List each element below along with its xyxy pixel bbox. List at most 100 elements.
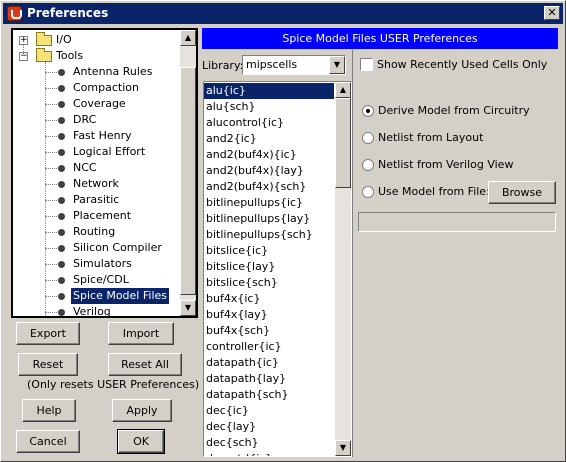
cell-list-item[interactable]: bitslice{lay}: [204, 259, 334, 275]
tree-item[interactable]: Compaction: [13, 80, 178, 96]
radio-netlist-verilog[interactable]: [362, 159, 374, 171]
cell-list-item[interactable]: bitslice{ic}: [204, 243, 334, 259]
leaf-bullet-icon: [58, 245, 65, 252]
cell-list-item[interactable]: bitlinepullups{ic}: [204, 195, 334, 211]
cell-list-item[interactable]: bitlinepullups{lay}: [204, 211, 334, 227]
tree-connector: [45, 152, 57, 153]
radio-netlist-verilog-label: Netlist from Verilog View: [378, 158, 514, 171]
browse-button[interactable]: Browse: [488, 181, 556, 204]
tree-connector: [45, 104, 57, 105]
radio-derive-model[interactable]: [362, 105, 374, 117]
apply-button[interactable]: Apply: [112, 399, 172, 422]
tree-item-label: Logical Effort: [73, 145, 146, 158]
leaf-bullet-icon: [58, 197, 65, 204]
cell-list-item[interactable]: buf4x{sch}: [204, 323, 334, 339]
tree-item[interactable]: Logical Effort: [13, 144, 178, 160]
cell-list-item[interactable]: buf4x{lay}: [204, 307, 334, 323]
tree-item[interactable]: Fast Henry: [13, 128, 178, 144]
cell-list-item[interactable]: dec_ctrl{ic}: [204, 451, 334, 456]
cell-list-item[interactable]: datapath{sch}: [204, 387, 334, 403]
leaf-bullet-icon: [58, 69, 65, 76]
leaf-bullet-icon: [58, 149, 65, 156]
tree-scrollbar[interactable]: ▲ ▼: [180, 30, 196, 316]
cell-list-item[interactable]: dec{ic}: [204, 403, 334, 419]
tree-item[interactable]: Simulators: [13, 256, 178, 272]
tree-connector: [45, 232, 57, 233]
tree-connector: [45, 296, 57, 297]
cell-list-item[interactable]: alu{ic}: [204, 83, 334, 99]
tree-item[interactable]: + I/O: [13, 32, 178, 48]
tree-connector: [45, 168, 57, 169]
chevron-down-icon[interactable]: ▼: [329, 56, 345, 74]
tree-item[interactable]: Network: [13, 176, 178, 192]
help-button[interactable]: Help: [22, 399, 76, 422]
tree-connector: [45, 248, 57, 249]
tree-item[interactable]: Placement: [13, 208, 178, 224]
cancel-button[interactable]: Cancel: [16, 430, 80, 453]
cell-list-item[interactable]: and2(buf4x){ic}: [204, 147, 334, 163]
close-button[interactable]: ✕: [544, 6, 560, 20]
cell-list-item[interactable]: buf4x{ic}: [204, 291, 334, 307]
cell-list-item[interactable]: and2(buf4x){lay}: [204, 163, 334, 179]
radio-derive-model-label: Derive Model from Circuitry: [378, 104, 530, 117]
cell-list-item[interactable]: dec{lay}: [204, 419, 334, 435]
radio-netlist-layout[interactable]: [362, 132, 374, 144]
cell-scroll-thumb[interactable]: [335, 98, 351, 188]
tree-item[interactable]: Spice/CDL: [13, 272, 178, 288]
tree-item-label: DRC: [73, 113, 97, 126]
cell-list-item[interactable]: and2{ic}: [204, 131, 334, 147]
show-recent-label: Show Recently Used Cells Only: [377, 58, 548, 71]
cell-list-item[interactable]: alucontrol{ic}: [204, 115, 334, 131]
cell-scroll-up-icon[interactable]: ▲: [335, 82, 351, 98]
model-file-field[interactable]: [358, 212, 556, 232]
cell-scroll-down-icon[interactable]: ▼: [335, 440, 351, 456]
tree-item-label: Silicon Compiler: [73, 241, 162, 254]
scroll-up-arrow-icon[interactable]: ▲: [180, 30, 196, 46]
tree-connector: [45, 88, 57, 89]
cell-list-scrollbar[interactable]: ▲ ▼: [335, 82, 351, 456]
cell-list-item[interactable]: controller{ic}: [204, 339, 334, 355]
reset-all-button[interactable]: Reset All: [108, 353, 182, 376]
cell-list-item[interactable]: bitlinepullups{sch}: [204, 227, 334, 243]
tree-item[interactable]: Routing: [13, 224, 178, 240]
tree-item[interactable]: Antenna Rules: [13, 64, 178, 80]
import-button[interactable]: Import: [108, 322, 174, 345]
tree-item[interactable]: NCC: [13, 160, 178, 176]
reset-button[interactable]: Reset: [18, 353, 78, 376]
tree-item-label: I/O: [56, 33, 72, 46]
tree-connector: [45, 264, 57, 265]
cell-list-item[interactable]: datapath{lay}: [204, 371, 334, 387]
tree-connector: [23, 44, 24, 56]
tree-item[interactable]: Coverage: [13, 96, 178, 112]
tree-item-label: NCC: [73, 161, 97, 174]
tree-item[interactable]: Verilog: [13, 304, 178, 316]
cell-list-item[interactable]: datapath{ic}: [204, 355, 334, 371]
reset-note: (Only resets USER Preferences): [27, 378, 200, 391]
library-dropdown[interactable]: mipscells ▼: [242, 55, 346, 75]
ok-button[interactable]: OK: [117, 429, 165, 454]
cell-list[interactable]: alu{ic} alu{sch} alucontrol{ic} and2{ic} and…: [203, 81, 352, 457]
tree-item[interactable]: Spice Model Files: [13, 288, 178, 304]
tree-scroll-thumb[interactable]: [180, 67, 196, 295]
tree-item[interactable]: − Tools: [13, 48, 178, 64]
radio-use-model-file[interactable]: [362, 186, 374, 198]
tree-connector: [45, 136, 57, 137]
tree-connector: [45, 280, 57, 281]
tree-item-label: Tools: [56, 49, 84, 62]
tree-item[interactable]: DRC: [13, 112, 178, 128]
cell-list-item[interactable]: and2(buf4x){sch}: [204, 179, 334, 195]
leaf-bullet-icon: [58, 133, 65, 140]
library-value: mipscells: [246, 58, 298, 71]
cell-list-item[interactable]: alu{sch}: [204, 99, 334, 115]
tree-item[interactable]: Parasitic: [13, 192, 178, 208]
tree-item-label: Parasitic: [73, 193, 120, 206]
tree-item-label: Spice Model Files: [71, 288, 169, 304]
export-button[interactable]: Export: [16, 322, 80, 345]
tree-item[interactable]: Silicon Compiler: [13, 240, 178, 256]
scroll-down-arrow-icon[interactable]: ▼: [180, 300, 196, 316]
show-recent-checkbox[interactable]: [360, 58, 373, 71]
preferences-window: Preferences ✕ + I/O − Tools Antenna Rules Com…: [0, 0, 566, 462]
cell-list-item[interactable]: bitslice{sch}: [204, 275, 334, 291]
tree-item-label: Antenna Rules: [73, 65, 153, 78]
cell-list-item[interactable]: dec{sch}: [204, 435, 334, 451]
